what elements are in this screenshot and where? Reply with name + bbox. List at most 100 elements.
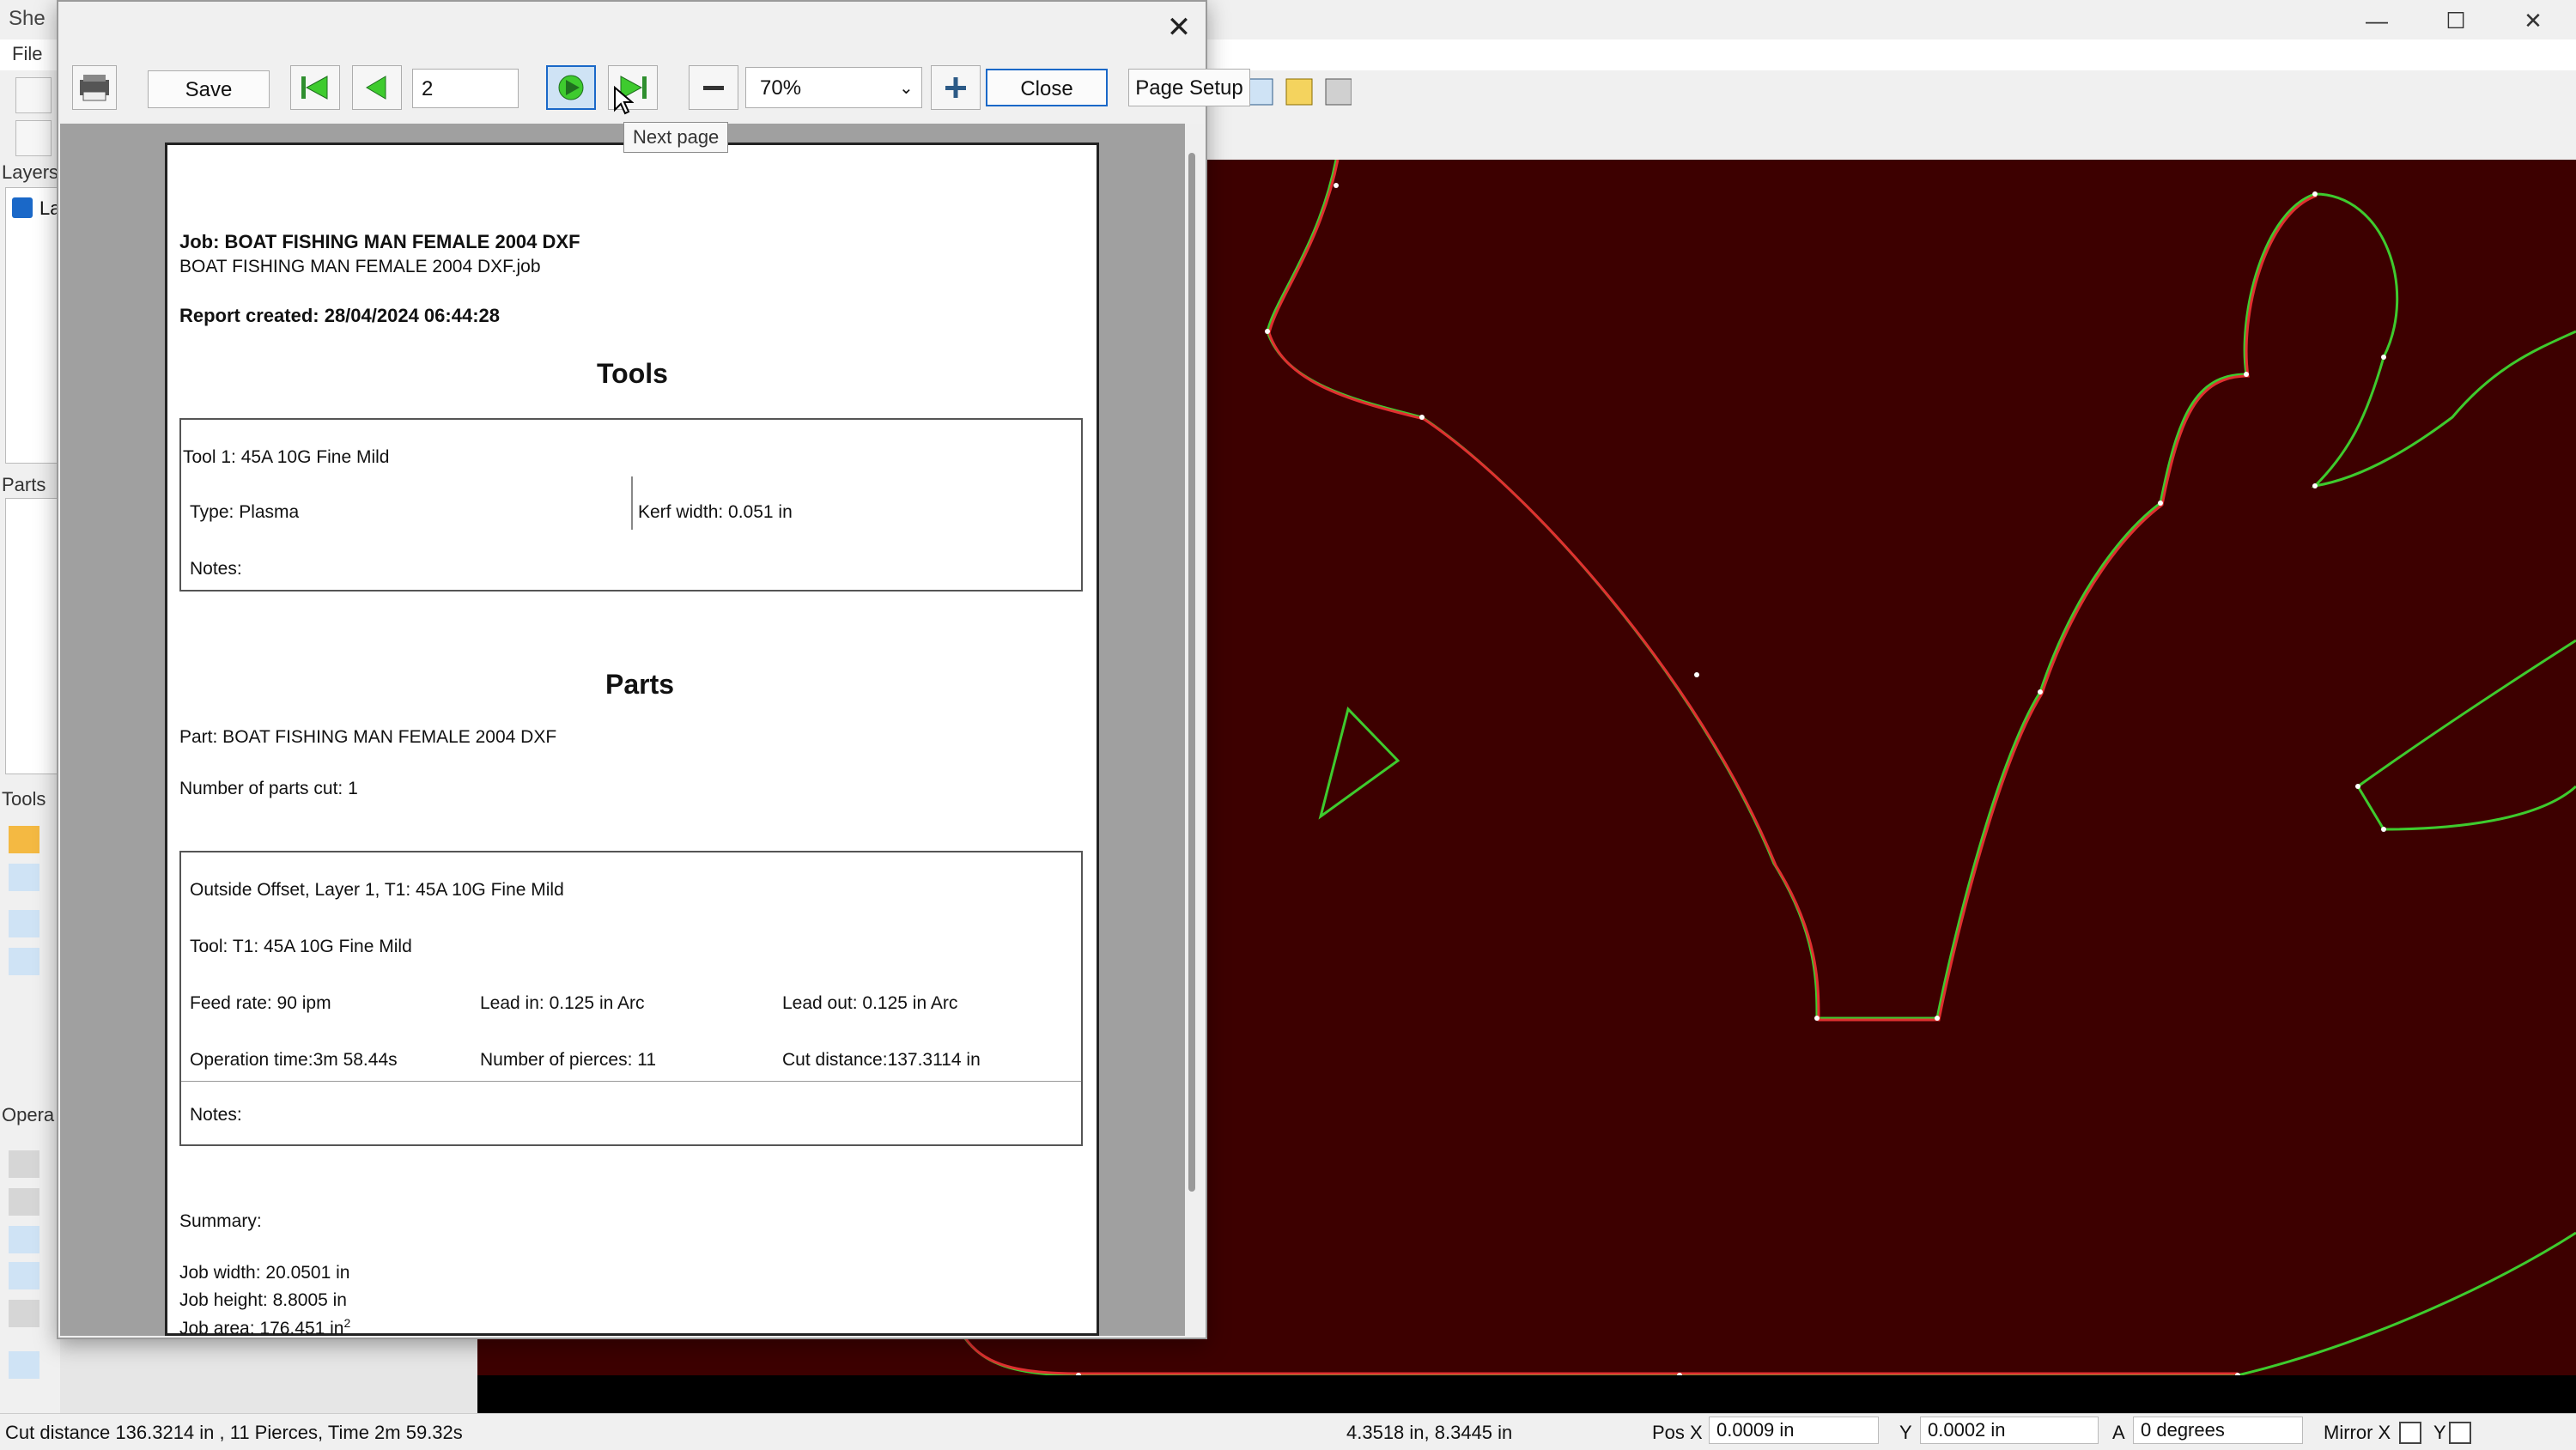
zoom-in-button[interactable] <box>931 65 981 110</box>
operation-table-divider <box>181 1081 1081 1082</box>
mirror-x-label: Mirror X <box>2324 1422 2391 1443</box>
feed-rate: Feed rate: 90 ipm <box>190 993 331 1013</box>
tool-list-icon[interactable] <box>9 948 39 975</box>
print-button[interactable] <box>72 65 117 110</box>
parts-list <box>5 498 60 774</box>
tool-icon-1[interactable] <box>9 826 39 853</box>
chevron-down-icon: ⌄ <box>899 79 914 98</box>
print-preview-dialog: ✕ Save 2 70% ⌄ Close Page Setup Job: BOA… <box>57 0 1250 1339</box>
parts-panel-title: Parts <box>2 474 46 495</box>
lead-out: Lead out: 0.125 in Arc <box>782 993 958 1013</box>
mirror-y-checkbox[interactable] <box>2449 1422 2471 1444</box>
pos-x-field[interactable]: 0.0009 in <box>1709 1417 1879 1444</box>
mouse-cursor-icon <box>613 85 635 119</box>
operation-title: Outside Offset, Layer 1, T1: 45A 10G Fin… <box>190 880 564 900</box>
y-field[interactable]: 0.0002 in <box>1920 1417 2099 1444</box>
save-button[interactable]: Save <box>148 70 270 108</box>
job-area-value: Job area: 176.451 in <box>179 1319 344 1338</box>
dialog-close-icon[interactable]: ✕ <box>1157 9 1200 46</box>
first-page-button[interactable] <box>290 65 340 110</box>
tool-type: Type: Plasma <box>190 502 300 522</box>
page-setup-button[interactable]: Page Setup <box>1128 69 1250 106</box>
status-cursor-position: 4.3518 in, 8.3445 in <box>1346 1422 1513 1443</box>
printer-icon <box>80 75 109 101</box>
status-cut-summary: Cut distance 136.3214 in , 11 Pierces, T… <box>5 1422 463 1443</box>
previous-page-button[interactable] <box>352 65 402 110</box>
zoom-window-icon <box>1246 78 1273 106</box>
operation-icon-1[interactable] <box>9 1150 39 1178</box>
report-created: Report created: 28/04/2024 06:44:28 <box>179 305 500 326</box>
operation-table-icon[interactable] <box>9 1351 39 1379</box>
operation-notes: Notes: <box>190 1105 242 1125</box>
tool-table-icon[interactable] <box>9 910 39 937</box>
layers-list <box>5 187 60 464</box>
next-page-icon <box>558 75 584 100</box>
layer-checkbox[interactable] <box>12 197 33 218</box>
operation-time: Operation time:3m 58.44s <box>190 1050 398 1070</box>
lead-in: Lead in: 0.125 in Arc <box>480 993 645 1013</box>
toolbar-icon-2[interactable] <box>15 120 52 156</box>
tools-panel-title: Tools <box>2 788 46 810</box>
toolbar-icon-1[interactable] <box>15 77 52 113</box>
report-page: Job: BOAT FISHING MAN FEMALE 2004 DXF BO… <box>165 143 1099 1339</box>
mirror-y-label: Y <box>2433 1422 2446 1443</box>
outline-right-bottom <box>2356 639 2576 831</box>
next-page-tooltip: Next page <box>623 122 729 153</box>
tools-heading: Tools <box>597 358 668 389</box>
job-area: Job area: 176.451 in2 <box>179 1316 350 1339</box>
zoom-value: 70% <box>760 76 802 100</box>
first-page-icon <box>301 76 328 100</box>
operation-table: Outside Offset, Layer 1, T1: 45A 10G Fin… <box>179 851 1083 1146</box>
zoom-settings-icon <box>1325 78 1352 106</box>
zoom-select[interactable]: 70% ⌄ <box>745 67 922 108</box>
panel-footer <box>60 1339 477 1413</box>
minimize-button[interactable]: — <box>2342 3 2411 38</box>
part-name: Part: BOAT FISHING MAN FEMALE 2004 DXF <box>179 727 557 747</box>
operation-icon-5[interactable] <box>9 1300 39 1327</box>
job-height: Job height: 8.8005 in <box>179 1290 347 1310</box>
tool-name: Tool 1: 45A 10G Fine Mild <box>183 447 390 467</box>
parts-cut-count: Number of parts cut: 1 <box>179 779 358 798</box>
summary-label: Summary: <box>179 1211 262 1231</box>
close-button[interactable]: Close <box>986 69 1108 106</box>
tool-kerf-width: Kerf width: 0.051 in <box>638 502 793 522</box>
layers-panel-title: Layers <box>2 161 59 183</box>
app-title: She <box>9 7 46 30</box>
operation-tool: Tool: T1: 45A 10G Fine Mild <box>190 937 412 956</box>
mirror-x-checkbox[interactable] <box>2399 1422 2421 1444</box>
tool-notes: Notes: <box>190 559 242 579</box>
pan-icon <box>1285 78 1313 106</box>
operation-icon-4[interactable] <box>9 1262 39 1289</box>
menu-file[interactable]: File <box>12 43 42 65</box>
pos-x-label: Pos X <box>1652 1422 1703 1443</box>
previous-page-icon <box>366 76 386 100</box>
report-job-file: BOAT FISHING MAN FEMALE 2004 DXF.job <box>179 257 541 276</box>
page-number-input[interactable]: 2 <box>412 69 519 108</box>
y-label: Y <box>1899 1422 1912 1443</box>
tool-table-divider <box>631 476 633 530</box>
cut-distance: Cut distance:137.3114 in <box>782 1050 981 1070</box>
next-page-button[interactable] <box>546 65 596 110</box>
pierce-count: Number of pierces: 11 <box>480 1050 657 1070</box>
outline-red <box>1267 159 2318 1022</box>
angle-label: A <box>2112 1422 2125 1443</box>
zoom-out-icon <box>703 86 724 90</box>
tool-table: Tool 1: 45A 10G Fine Mild Type: Plasma K… <box>179 418 1083 592</box>
zoom-out-button[interactable] <box>689 65 738 110</box>
canvas-bottom-strip <box>477 1375 2576 1413</box>
preview-scrollbar-thumb[interactable] <box>1188 153 1195 1192</box>
report-job-line: Job: BOAT FISHING MAN FEMALE 2004 DXF <box>179 231 580 252</box>
job-area-unit: 2 <box>343 1316 351 1330</box>
operation-icon-3[interactable] <box>9 1226 39 1253</box>
close-window-button[interactable]: ✕ <box>2499 3 2567 38</box>
angle-field[interactable]: 0 degrees <box>2133 1417 2303 1444</box>
job-width: Job width: 20.0501 in <box>179 1263 350 1283</box>
operations-panel-title: Opera <box>2 1104 55 1125</box>
outline-green <box>1266 159 2576 1020</box>
parts-heading: Parts <box>605 669 675 700</box>
tool-icon-2[interactable] <box>9 864 39 891</box>
maximize-button[interactable]: ☐ <box>2421 3 2490 38</box>
zoom-in-icon <box>945 77 966 98</box>
triangle-right <box>1318 707 1400 820</box>
operation-icon-2[interactable] <box>9 1188 39 1216</box>
